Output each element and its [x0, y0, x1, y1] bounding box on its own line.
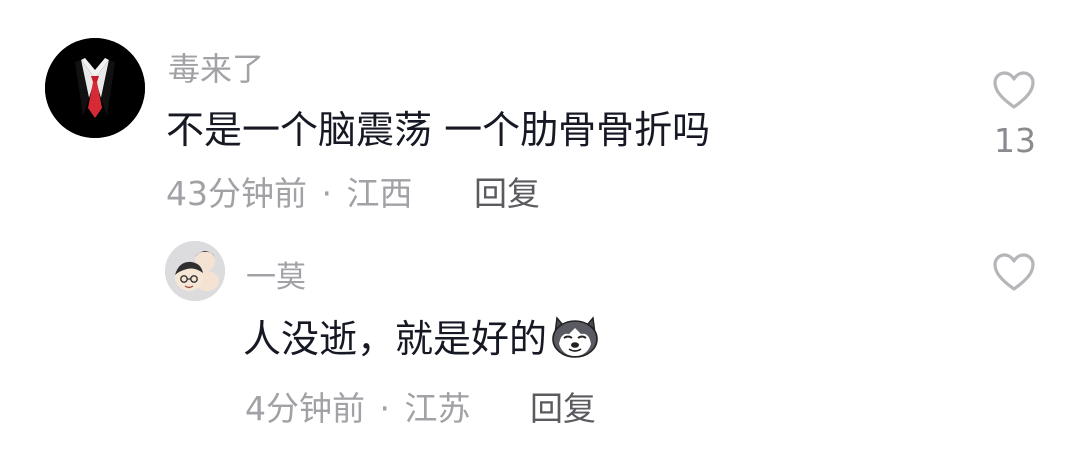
- meta-separator: ·: [321, 174, 333, 213]
- avatar[interactable]: [165, 241, 225, 301]
- suit-and-tie-avatar-icon: [45, 38, 145, 138]
- heart-icon[interactable]: [992, 70, 1036, 110]
- comment-text: 不是一个脑震荡 一个肋骨骨折吗: [166, 108, 711, 152]
- comment-username[interactable]: 一莫: [246, 252, 306, 296]
- husky-dog-emoji-icon: [549, 314, 601, 369]
- comment-username[interactable]: 毒来了: [168, 44, 264, 90]
- comment-time: 4分钟前: [245, 389, 365, 428]
- meta-separator: ·: [379, 389, 391, 428]
- heart-icon[interactable]: [992, 252, 1036, 292]
- comment-meta: 43分钟前 · 江西: [166, 167, 413, 215]
- comment-meta: 4分钟前 · 江苏: [245, 382, 471, 430]
- comment-location: 江苏: [404, 389, 471, 428]
- comment-time: 43分钟前: [166, 174, 307, 213]
- avatar[interactable]: [45, 38, 145, 138]
- comment-text: 人没逝，就是好的: [243, 308, 601, 369]
- reply-button[interactable]: 回复: [474, 167, 540, 215]
- comment-text-content: 人没逝，就是好的: [243, 317, 548, 361]
- reply-button[interactable]: 回复: [530, 382, 596, 430]
- like-count: 13: [994, 121, 1036, 160]
- comment-location: 江西: [346, 174, 413, 213]
- cartoon-face-avatar-icon: [165, 241, 225, 301]
